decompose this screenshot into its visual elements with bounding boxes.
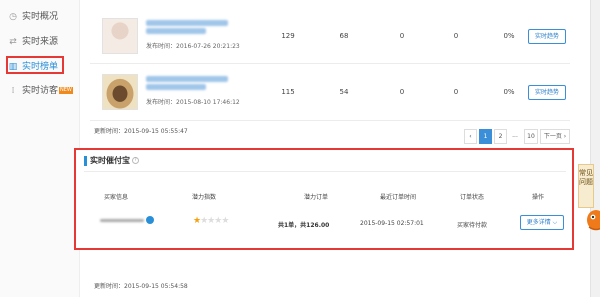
page-button-2[interactable]: 2 — [494, 129, 507, 144]
potential-rating: ★★★★★ — [193, 216, 229, 226]
cell-value: 129 — [281, 32, 295, 40]
panel-title: 实时催付宝? — [84, 156, 139, 166]
faq-tab[interactable]: 常见问题 — [578, 164, 594, 208]
last-order-time: 2015-09-15 02:57:01 — [360, 220, 424, 227]
sidebar-item-realtime-ranking[interactable]: ▥ 实时榜单 — [6, 56, 64, 74]
mascot-icon[interactable] — [584, 205, 600, 233]
clock-icon: ◷ — [9, 12, 17, 22]
table-row: 发布时间：2015-08-10 17:46:12 115 54 0 0 0% 实… — [80, 70, 590, 116]
product-thumbnail[interactable] — [102, 74, 138, 110]
bar-chart-icon: ▥ — [8, 62, 18, 72]
column-header: 订单状态 — [460, 194, 485, 201]
pending-payment-panel: 实时催付宝? 买家信息 潜力指数 潜力订单 最近订单时间 订单状态 操作 ★★★… — [74, 148, 574, 250]
pagination: ‹ 1 2 ... 10 下一页 › — [464, 129, 570, 144]
sidebar-item-label: 实时访客 — [22, 86, 59, 96]
sidebar-item-realtime-overview[interactable]: ◷ 实时概况 — [8, 8, 74, 26]
sidebar: ◷ 实时概况 ⇄ 实时来源 ▥ 实时榜单 ⁞ 实时访客 NEW — [0, 0, 80, 297]
column-header: 潜力订单 — [304, 194, 329, 201]
column-header: 最近订单时间 — [380, 194, 417, 201]
arrows-swap-icon: ⇄ — [9, 37, 17, 47]
cell-value: 0 — [453, 32, 459, 40]
list-update-time: 更新时间：2015-09-15 05:55:47 — [94, 128, 188, 135]
table-row: 发布时间：2016-07-26 20:21:23 129 68 0 0 0% 实… — [80, 14, 590, 60]
column-header: 潜力指数 — [192, 194, 217, 201]
cell-value: 0 — [399, 88, 405, 96]
more-details-button[interactable]: 更多详情 ⌵ — [520, 215, 564, 230]
info-icon[interactable]: ? — [132, 157, 139, 164]
publish-time: 发布时间：2015-08-10 17:46:12 — [146, 99, 240, 106]
row-divider — [90, 63, 570, 64]
sidebar-item-label: 实时来源 — [22, 37, 59, 47]
pagination-ellipsis: ... — [512, 132, 518, 139]
sidebar-item-label: 实时榜单 — [22, 62, 59, 72]
realtime-trend-button[interactable]: 实时趋势 — [528, 29, 566, 44]
buyer-name-blurred[interactable] — [100, 219, 144, 222]
page-button-1[interactable]: 1 — [479, 129, 492, 144]
footprints-icon: ⁞ — [11, 86, 15, 96]
panel-title-text: 实时催付宝 — [90, 156, 130, 165]
next-page-button[interactable]: 下一页 › — [540, 129, 570, 144]
prev-page-button[interactable]: ‹ — [464, 129, 477, 144]
cell-value: 68 — [339, 32, 349, 40]
publish-time: 发布时间：2016-07-26 20:21:23 — [146, 43, 240, 50]
cell-value: 54 — [339, 88, 349, 96]
cell-value: 0 — [453, 88, 459, 96]
product-title-blurred — [146, 28, 206, 34]
scrollbar[interactable] — [590, 0, 600, 297]
sidebar-item-realtime-visitors[interactable]: ⁞ 实时访客 NEW — [8, 82, 74, 100]
order-status: 买家待付款 — [457, 222, 488, 229]
potential-order: 共1单，共126.00 — [278, 222, 330, 229]
cell-value: 0 — [399, 32, 405, 40]
column-header: 买家信息 — [104, 194, 129, 201]
sidebar-item-label: 实时概况 — [22, 12, 59, 22]
product-title-blurred — [146, 84, 206, 90]
bottom-update-time: 更新时间：2015-09-15 05:54:58 — [94, 283, 188, 290]
panel-divider — [84, 171, 566, 172]
product-title-blurred[interactable] — [146, 20, 228, 26]
product-thumbnail[interactable] — [102, 18, 138, 54]
product-title-blurred[interactable] — [146, 76, 228, 82]
sidebar-item-realtime-source[interactable]: ⇄ 实时来源 — [8, 33, 74, 51]
cell-value: 0% — [503, 88, 515, 96]
cell-value: 0% — [503, 32, 515, 40]
column-header: 操作 — [532, 194, 545, 201]
new-badge: NEW — [59, 87, 73, 94]
page-button-10[interactable]: 10 — [524, 129, 538, 144]
realtime-trend-button[interactable]: 实时趋势 — [528, 85, 566, 100]
star-empty-icon: ★ — [221, 216, 229, 226]
buyer-level-icon — [146, 216, 154, 224]
row-divider — [90, 120, 570, 121]
cell-value: 115 — [281, 88, 295, 96]
